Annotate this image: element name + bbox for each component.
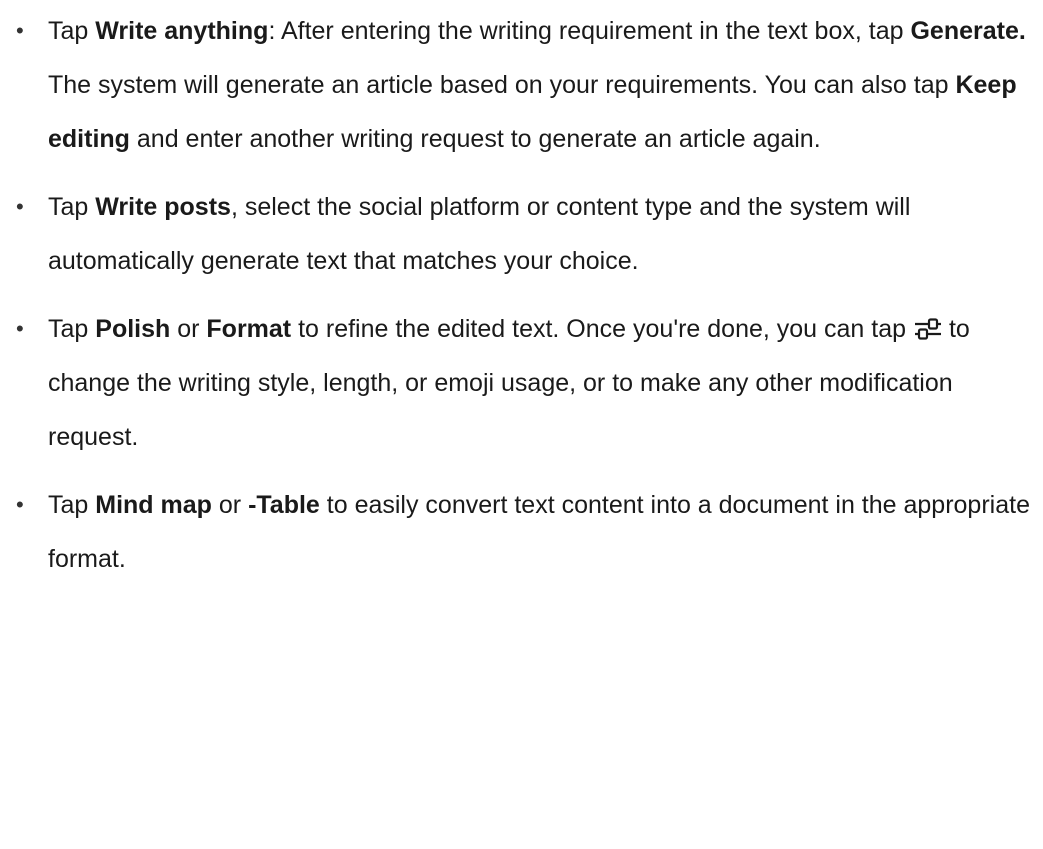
item-text: : After entering the writing requirement… [268, 17, 911, 45]
item-text: Tap [48, 193, 96, 221]
list-item: • Tap Mind map or -Table to easily conve… [0, 478, 1043, 586]
list-item: • Tap Polish or Format to refine the edi… [0, 302, 1043, 464]
document-page: • Tap Write anything: After entering the… [0, 4, 1043, 849]
bold-term-mind-map: Mind map [95, 491, 212, 519]
list-item: • Tap Write posts, select the social pla… [0, 180, 1043, 288]
bullet-marker: • [16, 316, 24, 341]
item-text: or [170, 315, 207, 343]
bold-term-table: -Table [248, 491, 320, 519]
bold-term-polish: Polish [95, 315, 171, 343]
item-text: Tap [48, 315, 96, 343]
item-text: to refine the edited text. Once you're d… [291, 315, 913, 343]
item-text: Tap [48, 491, 96, 519]
bullet-list: • Tap Write anything: After entering the… [0, 4, 1043, 586]
bold-term-write-anything: Write anything [95, 17, 269, 45]
bold-term-format: Format [206, 315, 292, 343]
bullet-marker: • [16, 194, 24, 219]
item-text: or [211, 491, 249, 519]
list-item: • Tap Write anything: After entering the… [0, 4, 1043, 166]
bullet-marker: • [16, 492, 24, 517]
bold-term-generate: Generate. [910, 17, 1026, 45]
bullet-marker: • [16, 18, 24, 43]
adjust-settings-icon [913, 306, 943, 340]
item-text: and enter another writing request to gen… [129, 125, 821, 153]
item-text: The system will generate an article base… [48, 71, 956, 99]
bold-term-write-posts: Write posts [95, 193, 231, 221]
item-text: Tap [48, 17, 96, 45]
